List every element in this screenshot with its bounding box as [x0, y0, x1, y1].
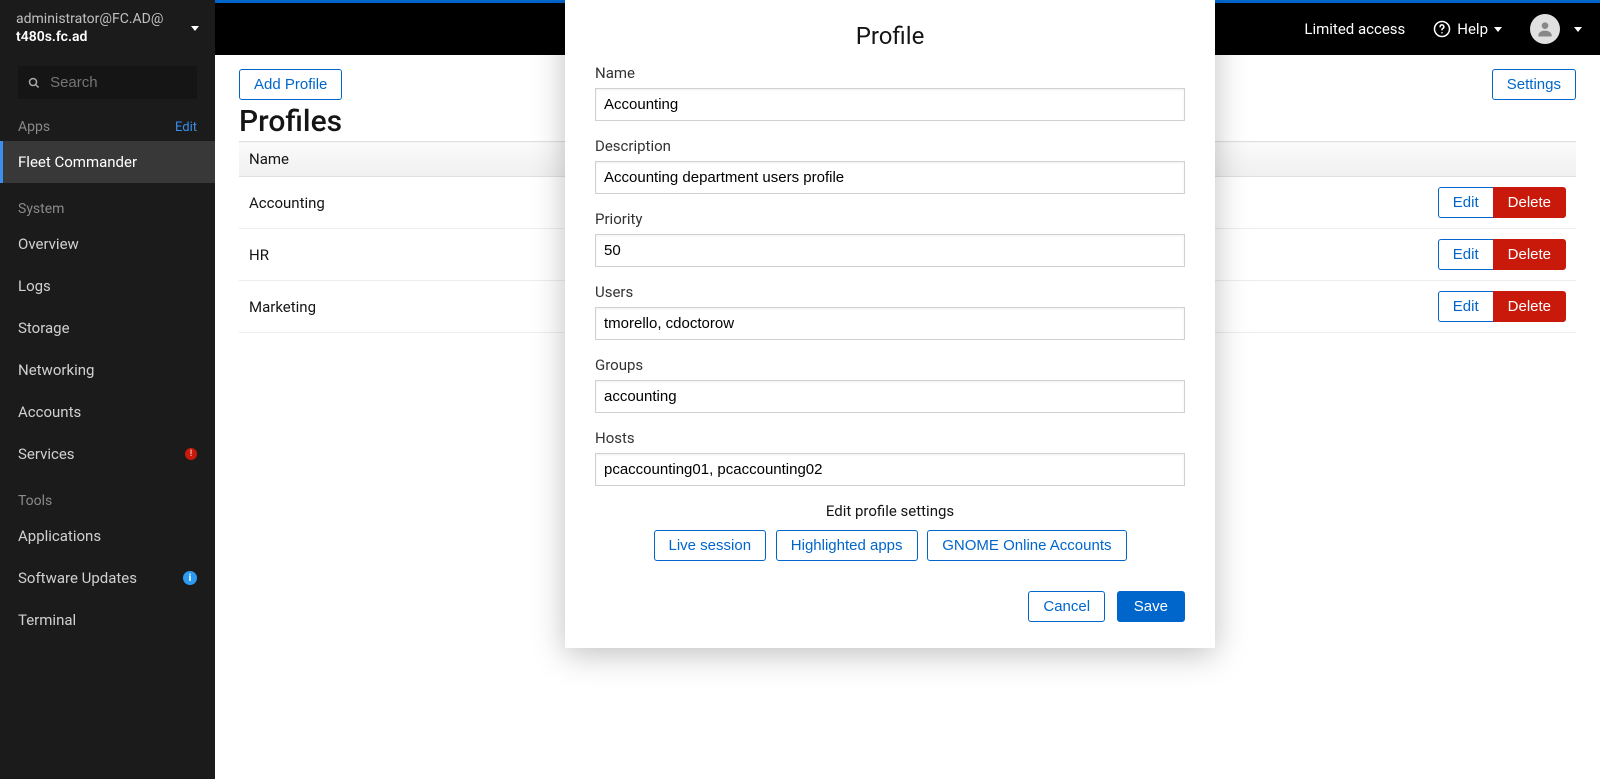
sidebar-item-terminal[interactable]: Terminal — [0, 599, 215, 641]
live-session-button[interactable]: Live session — [654, 530, 767, 561]
sidebar-item-overview[interactable]: Overview — [0, 223, 215, 265]
search-icon — [28, 76, 40, 90]
sidebar-item-fleet-commander[interactable]: Fleet Commander — [0, 141, 215, 183]
groups-field[interactable] — [595, 380, 1185, 413]
sidebar-item-label: Logs — [18, 277, 51, 295]
highlighted-apps-button[interactable]: Highlighted apps — [776, 530, 918, 561]
sidebar-section-apps: Apps — [18, 119, 50, 135]
gnome-online-accounts-button[interactable]: GNOME Online Accounts — [927, 530, 1126, 561]
user-avatar[interactable] — [1530, 14, 1560, 44]
sidebar-item-label: Accounts — [18, 403, 81, 421]
users-field-label: Users — [595, 283, 1185, 301]
edit-profile-settings-label: Edit profile settings — [595, 502, 1185, 520]
profile-edit-dialog: Profile Name Description Priority Users … — [565, 0, 1215, 648]
settings-button[interactable]: Settings — [1492, 69, 1576, 100]
sidebar-item-logs[interactable]: Logs — [0, 265, 215, 307]
description-field-label: Description — [595, 137, 1185, 155]
sidebar-item-label: Networking — [18, 361, 94, 379]
sidebar-item-networking[interactable]: Networking — [0, 349, 215, 391]
add-profile-button[interactable]: Add Profile — [239, 69, 342, 100]
sidebar-item-label: Overview — [18, 235, 79, 253]
groups-field-label: Groups — [595, 356, 1185, 374]
user-menu-caret-icon[interactable] — [1574, 27, 1582, 32]
priority-field[interactable] — [595, 234, 1185, 267]
sidebar-item-label: Terminal — [18, 611, 76, 629]
server-user-line: administrator@FC.AD@ — [16, 10, 163, 28]
priority-field-label: Priority — [595, 210, 1185, 228]
sidebar-item-label: Fleet Commander — [18, 153, 137, 171]
chevron-down-icon — [1494, 27, 1502, 32]
sidebar-section-system: System — [18, 201, 64, 217]
limited-access-label: Limited access — [1304, 20, 1405, 38]
search-input[interactable] — [50, 74, 187, 91]
help-label: Help — [1457, 20, 1488, 38]
help-menu[interactable]: Help — [1433, 20, 1502, 38]
sidebar-item-label: Services — [18, 445, 75, 463]
sidebar-item-label: Software Updates — [18, 569, 137, 587]
edit-profile-button[interactable]: Edit — [1438, 239, 1493, 270]
users-field[interactable] — [595, 307, 1185, 340]
delete-profile-button[interactable]: Delete — [1493, 187, 1566, 218]
alert-badge-icon: ! — [185, 448, 197, 460]
edit-profile-button[interactable]: Edit — [1438, 291, 1493, 322]
sidebar-apps-edit-link[interactable]: Edit — [175, 120, 197, 135]
edit-profile-button[interactable]: Edit — [1438, 187, 1493, 218]
chevron-down-icon — [191, 26, 199, 31]
name-field[interactable] — [595, 88, 1185, 121]
server-host-line: t480s.fc.ad — [16, 28, 163, 46]
name-field-label: Name — [595, 64, 1185, 82]
sidebar-item-services[interactable]: Services ! — [0, 433, 215, 475]
sidebar-item-label: Applications — [18, 527, 101, 545]
sidebar-item-accounts[interactable]: Accounts — [0, 391, 215, 433]
user-icon — [1535, 19, 1555, 39]
info-badge-icon: i — [183, 571, 197, 585]
save-button[interactable]: Save — [1117, 591, 1185, 622]
dialog-title: Profile — [565, 22, 1215, 50]
hosts-field-label: Hosts — [595, 429, 1185, 447]
sidebar-item-label: Storage — [18, 319, 70, 337]
server-switcher[interactable]: administrator@FC.AD@ t480s.fc.ad — [0, 0, 215, 56]
cancel-button[interactable]: Cancel — [1028, 591, 1105, 622]
sidebar-section-tools: Tools — [18, 493, 52, 509]
delete-profile-button[interactable]: Delete — [1493, 291, 1566, 322]
sidebar-search — [18, 66, 197, 99]
description-field[interactable] — [595, 161, 1185, 194]
hosts-field[interactable] — [595, 453, 1185, 486]
delete-profile-button[interactable]: Delete — [1493, 239, 1566, 270]
sidebar-item-storage[interactable]: Storage — [0, 307, 215, 349]
sidebar: administrator@FC.AD@ t480s.fc.ad Apps Ed… — [0, 0, 215, 779]
sidebar-item-software-updates[interactable]: Software Updates i — [0, 557, 215, 599]
help-icon — [1433, 20, 1451, 38]
sidebar-item-applications[interactable]: Applications — [0, 515, 215, 557]
